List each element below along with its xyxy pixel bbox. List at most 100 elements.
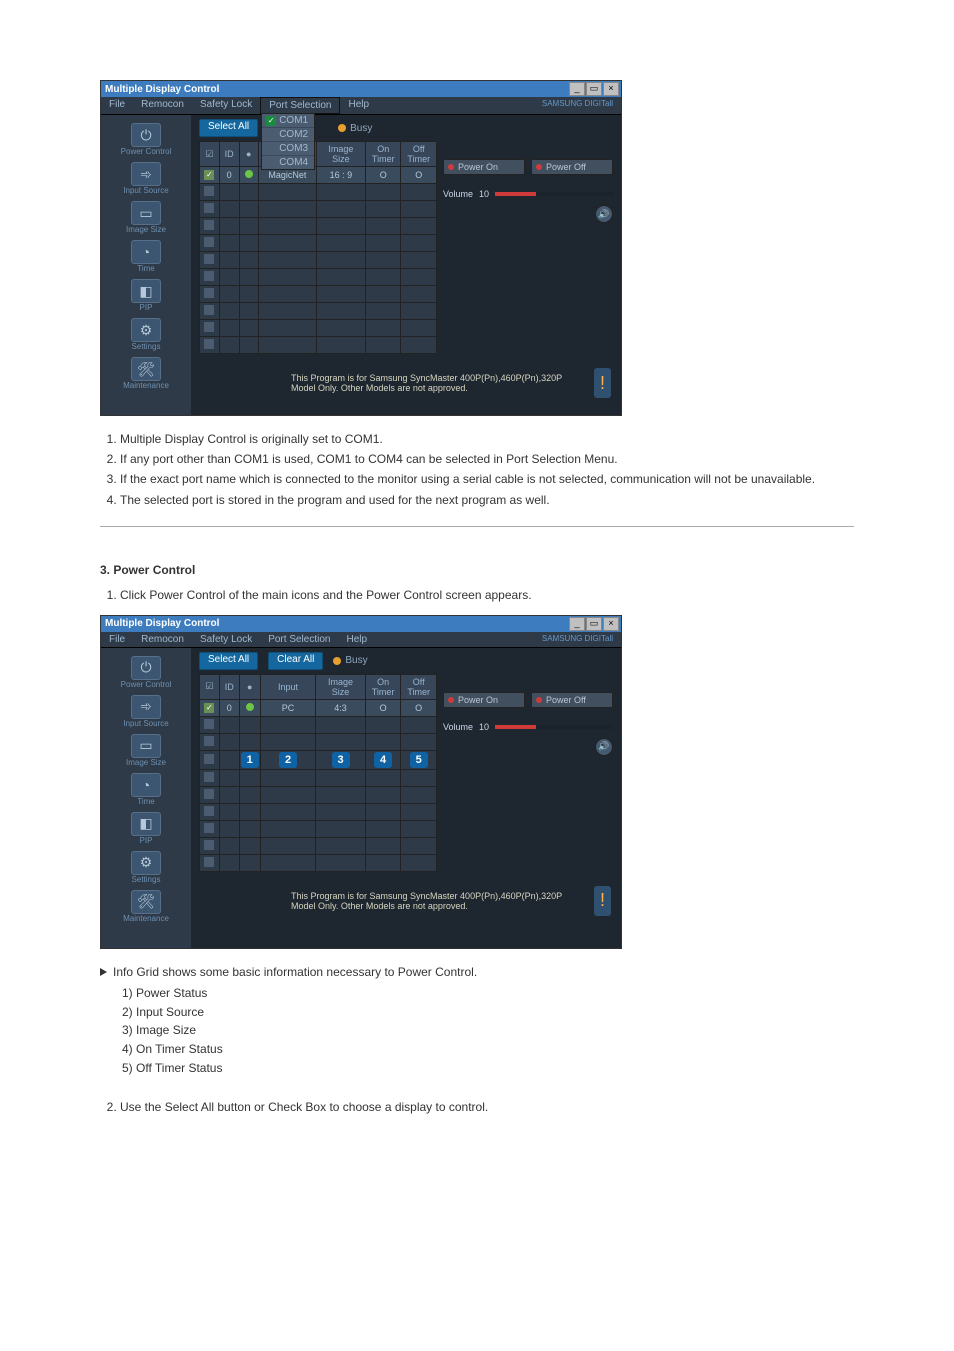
sidebar-input-label: Input Source <box>123 186 168 195</box>
table-row[interactable] <box>200 218 437 235</box>
menu-file[interactable]: File <box>101 632 133 647</box>
section-divider <box>100 526 854 527</box>
footer-text: This Program is for Samsung SyncMaster 4… <box>291 891 584 911</box>
sidebar-time[interactable]: ◔ Time <box>101 773 191 806</box>
col-off-timer: Off Timer <box>401 674 437 699</box>
table-row[interactable] <box>200 201 437 218</box>
table-row[interactable] <box>200 854 437 871</box>
row-checkbox[interactable] <box>204 305 214 315</box>
row-checkbox[interactable] <box>204 823 214 833</box>
power-off-button[interactable]: Power Off <box>531 159 613 175</box>
row-checkbox[interactable] <box>204 203 214 213</box>
row-checkbox[interactable] <box>204 703 214 713</box>
gear-icon: ⚙ <box>131 851 161 875</box>
row-checkbox[interactable] <box>204 806 214 816</box>
row-checkbox[interactable] <box>204 220 214 230</box>
table-row[interactable] <box>200 269 437 286</box>
table-row[interactable] <box>200 716 437 733</box>
sidebar-time[interactable]: ◔ Time <box>101 240 191 273</box>
power-on-icon <box>448 697 454 703</box>
table-row[interactable]: 0 MagicNet 16 : 9 O O <box>200 167 437 184</box>
sidebar-image-size[interactable]: ▭ Image Size <box>101 734 191 767</box>
row-checkbox[interactable] <box>204 339 214 349</box>
sidebar-maintenance[interactable]: 🛠 Maintenance <box>101 890 191 923</box>
table-row[interactable] <box>200 733 437 750</box>
col-input: Input <box>260 674 316 699</box>
table-row[interactable] <box>200 803 437 820</box>
row-checkbox[interactable] <box>204 840 214 850</box>
table-row[interactable] <box>200 820 437 837</box>
clear-all-button[interactable]: Clear All <box>268 652 323 670</box>
row-checkbox[interactable] <box>204 719 214 729</box>
table-row[interactable] <box>200 769 437 786</box>
row-checkbox[interactable] <box>204 288 214 298</box>
menu-safety-lock[interactable]: Safety Lock <box>192 632 260 647</box>
table-row[interactable]: 0 PC 4:3 O O <box>200 699 437 716</box>
table-row[interactable] <box>200 303 437 320</box>
select-all-button[interactable]: Select All <box>199 119 258 137</box>
row-checkbox[interactable] <box>204 789 214 799</box>
table-row[interactable] <box>200 252 437 269</box>
sidebar-pip[interactable]: ◧ PIP <box>101 812 191 845</box>
sidebar-image-size[interactable]: ▭ Image Size <box>101 201 191 234</box>
power-on-button[interactable]: Power On <box>443 692 525 708</box>
volume-slider[interactable] <box>495 192 613 196</box>
speaker-icon[interactable]: 🔊 <box>595 738 613 756</box>
table-row[interactable] <box>200 786 437 803</box>
volume-value: 10 <box>479 722 489 732</box>
speaker-icon[interactable]: 🔊 <box>595 205 613 223</box>
table-row[interactable] <box>200 320 437 337</box>
col-image-size: Image Size <box>316 674 366 699</box>
menu-safety-lock[interactable]: Safety Lock <box>192 97 260 114</box>
sidebar-power-control[interactable]: ⏻ Power Control <box>101 656 191 689</box>
info-grid-intro: Info Grid shows some basic information n… <box>100 964 854 981</box>
menu-file[interactable]: File <box>101 97 133 114</box>
row-checkbox[interactable] <box>204 271 214 281</box>
sidebar-input-source[interactable]: ➾ Input Source <box>101 695 191 728</box>
port-option-com3[interactable]: COM3 <box>262 142 314 156</box>
menu-remocon[interactable]: Remocon <box>133 97 192 114</box>
sidebar-power-control[interactable]: ⏻ Power Control <box>101 123 191 156</box>
sidebar-settings[interactable]: ⚙ Settings <box>101 851 191 884</box>
power-off-button[interactable]: Power Off <box>531 692 613 708</box>
restore-icon[interactable]: ▭ <box>586 82 602 96</box>
sidebar-maintenance[interactable]: 🛠 Maintenance <box>101 357 191 390</box>
row-checkbox[interactable] <box>204 736 214 746</box>
row-checkbox[interactable] <box>204 237 214 247</box>
volume-slider[interactable] <box>495 725 613 729</box>
select-all-button[interactable]: Select All <box>199 652 258 670</box>
table-row[interactable] <box>200 837 437 854</box>
row-checkbox[interactable] <box>204 772 214 782</box>
row-checkbox[interactable] <box>204 322 214 332</box>
sidebar-settings[interactable]: ⚙ Settings <box>101 318 191 351</box>
table-row[interactable] <box>200 286 437 303</box>
menu-port-selection[interactable]: Port Selection ✓ COM1 COM2 COM3 <box>260 97 340 114</box>
minimize-icon[interactable]: _ <box>569 617 585 631</box>
sidebar-pip[interactable]: ◧ PIP <box>101 279 191 312</box>
port-option-com4[interactable]: COM4 <box>262 156 314 169</box>
clock-icon: ◔ <box>131 773 161 797</box>
power-on-label: Power On <box>458 162 498 172</box>
row-checkbox[interactable] <box>204 186 214 196</box>
menu-help[interactable]: Help <box>338 632 375 647</box>
minimize-icon[interactable]: _ <box>569 82 585 96</box>
row-checkbox[interactable] <box>204 170 214 180</box>
row-checkbox[interactable] <box>204 754 214 764</box>
port-option-com2[interactable]: COM2 <box>262 128 314 142</box>
power-on-button[interactable]: Power On <box>443 159 525 175</box>
table-row[interactable] <box>200 337 437 354</box>
row-checkbox[interactable] <box>204 254 214 264</box>
table-row[interactable] <box>200 235 437 252</box>
port-option-com1[interactable]: ✓ COM1 <box>262 114 314 128</box>
sidebar-input-source[interactable]: ➾ Input Source <box>101 162 191 195</box>
menu-remocon[interactable]: Remocon <box>133 632 192 647</box>
restore-icon[interactable]: ▭ <box>586 617 602 631</box>
menu-help[interactable]: Help <box>340 97 377 114</box>
close-icon[interactable]: × <box>603 617 619 631</box>
row-checkbox[interactable] <box>204 857 214 867</box>
close-icon[interactable]: × <box>603 82 619 96</box>
info-item-1: 1) Power Status <box>122 985 854 1002</box>
list-item: If any port other than COM1 is used, COM… <box>120 451 854 467</box>
menu-port-selection[interactable]: Port Selection <box>260 632 338 647</box>
table-row[interactable] <box>200 184 437 201</box>
